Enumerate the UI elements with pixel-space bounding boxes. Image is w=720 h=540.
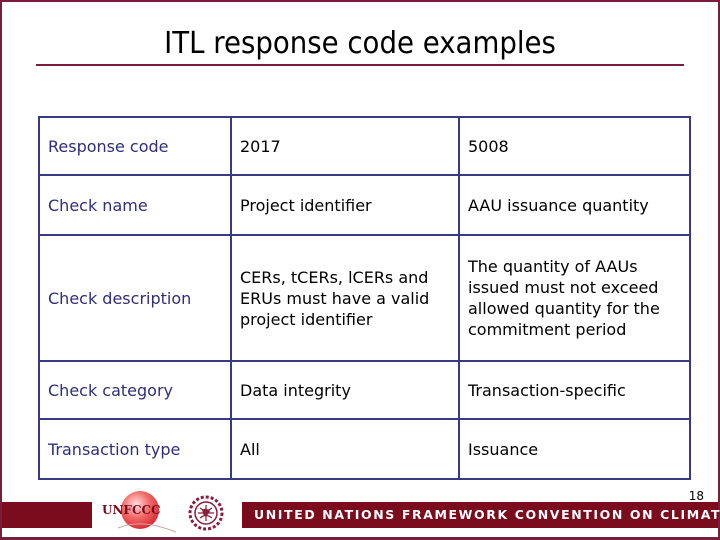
table-cell: The quantity of AAUs issued must not exc…: [458, 234, 691, 362]
row-label: Check description: [38, 234, 232, 362]
table-cell: Data integrity: [230, 360, 460, 420]
table-row: Check category Data integrity Transactio…: [38, 360, 691, 420]
title-underline: [36, 64, 684, 66]
table-row: Response code 2017 5008: [38, 116, 691, 176]
unfccc-logo: UNFCCC: [102, 491, 177, 533]
page-number: 18: [688, 489, 704, 503]
footer-banner-left: [2, 502, 92, 528]
response-code-table: Response code 2017 5008 Check name Proje…: [38, 116, 691, 480]
table-cell: Issuance: [458, 418, 691, 480]
table-cell: CERs, tCERs, lCERs and ERUs must have a …: [230, 234, 460, 362]
table-cell: All: [230, 418, 460, 480]
cell-code-2017: 2017: [230, 116, 460, 176]
slide-title: ITL response code examples: [164, 26, 556, 61]
cell-code-5008: 5008: [458, 116, 691, 176]
unfccc-logo-text: UNFCCC: [102, 503, 161, 517]
un-emblem-icon: [188, 495, 224, 531]
table-row: Check name Project identifier AAU issuan…: [38, 174, 691, 236]
table-cell: Transaction-specific: [458, 360, 691, 420]
table-row: Check description CERs, tCERs, lCERs and…: [38, 234, 691, 362]
row-label: Response code: [38, 116, 232, 176]
table-cell: Project identifier: [230, 174, 460, 236]
table-row: Transaction type All Issuance: [38, 418, 691, 480]
table-cell: AAU issuance quantity: [458, 174, 691, 236]
row-label: Check name: [38, 174, 232, 236]
row-label: Transaction type: [38, 418, 232, 480]
footer-banner: UNITED NATIONS FRAMEWORK CONVENTION ON C…: [242, 502, 720, 528]
row-label: Check category: [38, 360, 232, 420]
